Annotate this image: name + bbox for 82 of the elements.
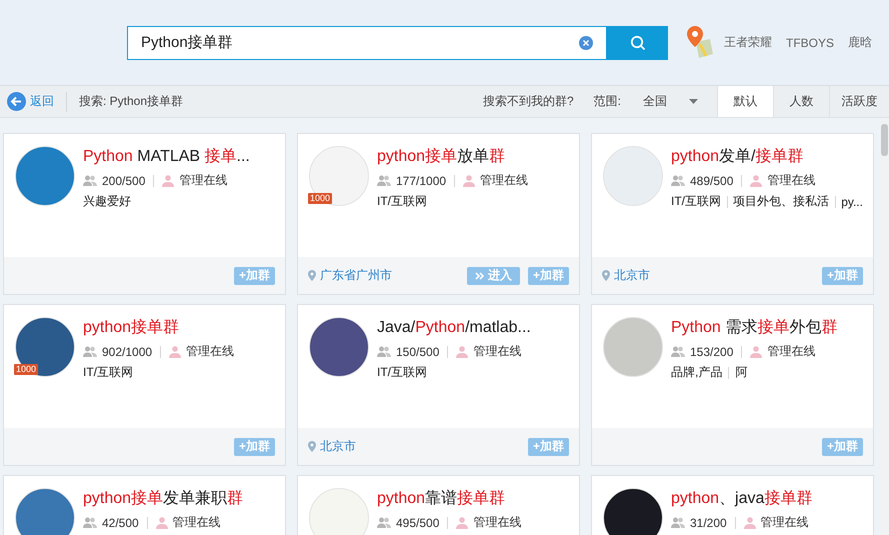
admin-status: 管理在线 (473, 343, 522, 360)
person-icon (750, 174, 762, 186)
admin-status: 管理在线 (473, 514, 522, 531)
people-icon (83, 516, 97, 528)
sort-tab[interactable]: 默认 (717, 86, 773, 117)
group-tag: 兴趣爱好 (83, 193, 131, 210)
location-pin-icon (308, 270, 316, 281)
search-query-label: 搜索: Python接单群 (79, 93, 184, 110)
location-pin-icon (602, 270, 610, 281)
location-link[interactable]: 广东省广州市 (320, 267, 392, 284)
group-title[interactable]: python接单放单群 (377, 147, 528, 167)
people-icon (671, 174, 685, 186)
person-icon (750, 346, 762, 358)
group-tag: IT/互联网 (377, 193, 427, 210)
person-icon (456, 516, 468, 528)
person-icon (744, 516, 756, 528)
back-button[interactable]: 返回 (7, 92, 54, 111)
person-icon (156, 516, 168, 528)
group-tag: IT/互联网 (671, 193, 721, 210)
group-tag: 品牌,产品 (671, 364, 722, 381)
sort-tab[interactable]: 人数 (773, 86, 829, 117)
search-button[interactable] (607, 26, 668, 60)
group-title[interactable]: python、java接单群 (671, 489, 812, 509)
map-pin-icon[interactable] (686, 26, 714, 60)
member-count: 495/500 (396, 516, 440, 530)
member-limit-badge: 1000 (308, 193, 332, 204)
member-limit-badge: 1000 (14, 364, 38, 375)
admin-status: 管理在线 (172, 514, 221, 531)
hot-search-link[interactable]: 鹿晗 (848, 34, 872, 51)
member-count: 150/500 (396, 344, 440, 358)
group-title[interactable]: Python MATLAB 接单... (83, 147, 250, 167)
people-icon (671, 346, 685, 358)
double-chevron-icon (474, 272, 484, 280)
member-count: 42/500 (102, 516, 139, 530)
clear-icon[interactable] (579, 36, 593, 50)
help-link[interactable]: 搜索不到我的群? (482, 93, 574, 110)
person-icon (456, 346, 468, 358)
group-title[interactable]: python接单发单兼职群 (83, 489, 244, 509)
member-count: 177/1000 (396, 174, 446, 188)
caret-icon[interactable] (689, 99, 698, 104)
scrollbar-thumb[interactable] (881, 124, 888, 156)
admin-status: 管理在线 (480, 172, 528, 189)
member-count: 902/1000 (102, 344, 152, 358)
member-count: 489/500 (690, 174, 734, 188)
group-tag: 阿 (735, 364, 748, 381)
group-title[interactable]: python发单/接单群 (671, 147, 863, 167)
admin-status: 管理在线 (760, 514, 809, 531)
location-link[interactable]: 北京市 (614, 267, 650, 284)
group-title[interactable]: Python 需求接单外包群 (671, 318, 838, 338)
search-icon (630, 34, 646, 50)
search-field[interactable]: Python接单群 (127, 26, 607, 60)
group-tag: IT/互联网 (377, 364, 427, 381)
people-icon (377, 346, 391, 358)
group-tag: py... (841, 194, 863, 208)
person-icon (169, 346, 182, 358)
member-count: 200/500 (102, 174, 146, 188)
range-dropdown[interactable]: 全国 (643, 93, 667, 110)
people-icon (377, 174, 391, 186)
admin-status: 管理在线 (767, 343, 816, 360)
group-title[interactable]: Java/Python/matlab... (377, 318, 531, 338)
hot-search-link[interactable]: TFBOYS (786, 36, 834, 50)
sort-tab[interactable]: 活跃度 (829, 86, 889, 117)
group-title[interactable]: python接单群 (83, 318, 234, 338)
location-link[interactable]: 北京市 (320, 438, 356, 455)
people-icon (83, 346, 97, 358)
people-icon (83, 174, 97, 186)
people-icon (377, 516, 391, 528)
group-tag: 项目外包、接私活 (733, 193, 830, 210)
group-title[interactable]: python靠谱接单群 (377, 489, 522, 509)
hot-search-link[interactable]: 王者荣耀 (724, 34, 772, 51)
member-count: 31/200 (690, 516, 727, 530)
group-tag: IT/互联网 (83, 364, 133, 381)
admin-status: 管理在线 (767, 172, 816, 189)
person-icon (463, 174, 476, 186)
admin-status: 管理在线 (179, 172, 228, 189)
person-icon (162, 174, 174, 186)
admin-status: 管理在线 (186, 343, 234, 360)
location-pin-icon (308, 441, 316, 452)
range-label: 范围: (594, 93, 621, 110)
member-count: 153/200 (690, 344, 734, 358)
people-icon (671, 516, 685, 528)
scrollbar-track[interactable] (880, 118, 889, 535)
